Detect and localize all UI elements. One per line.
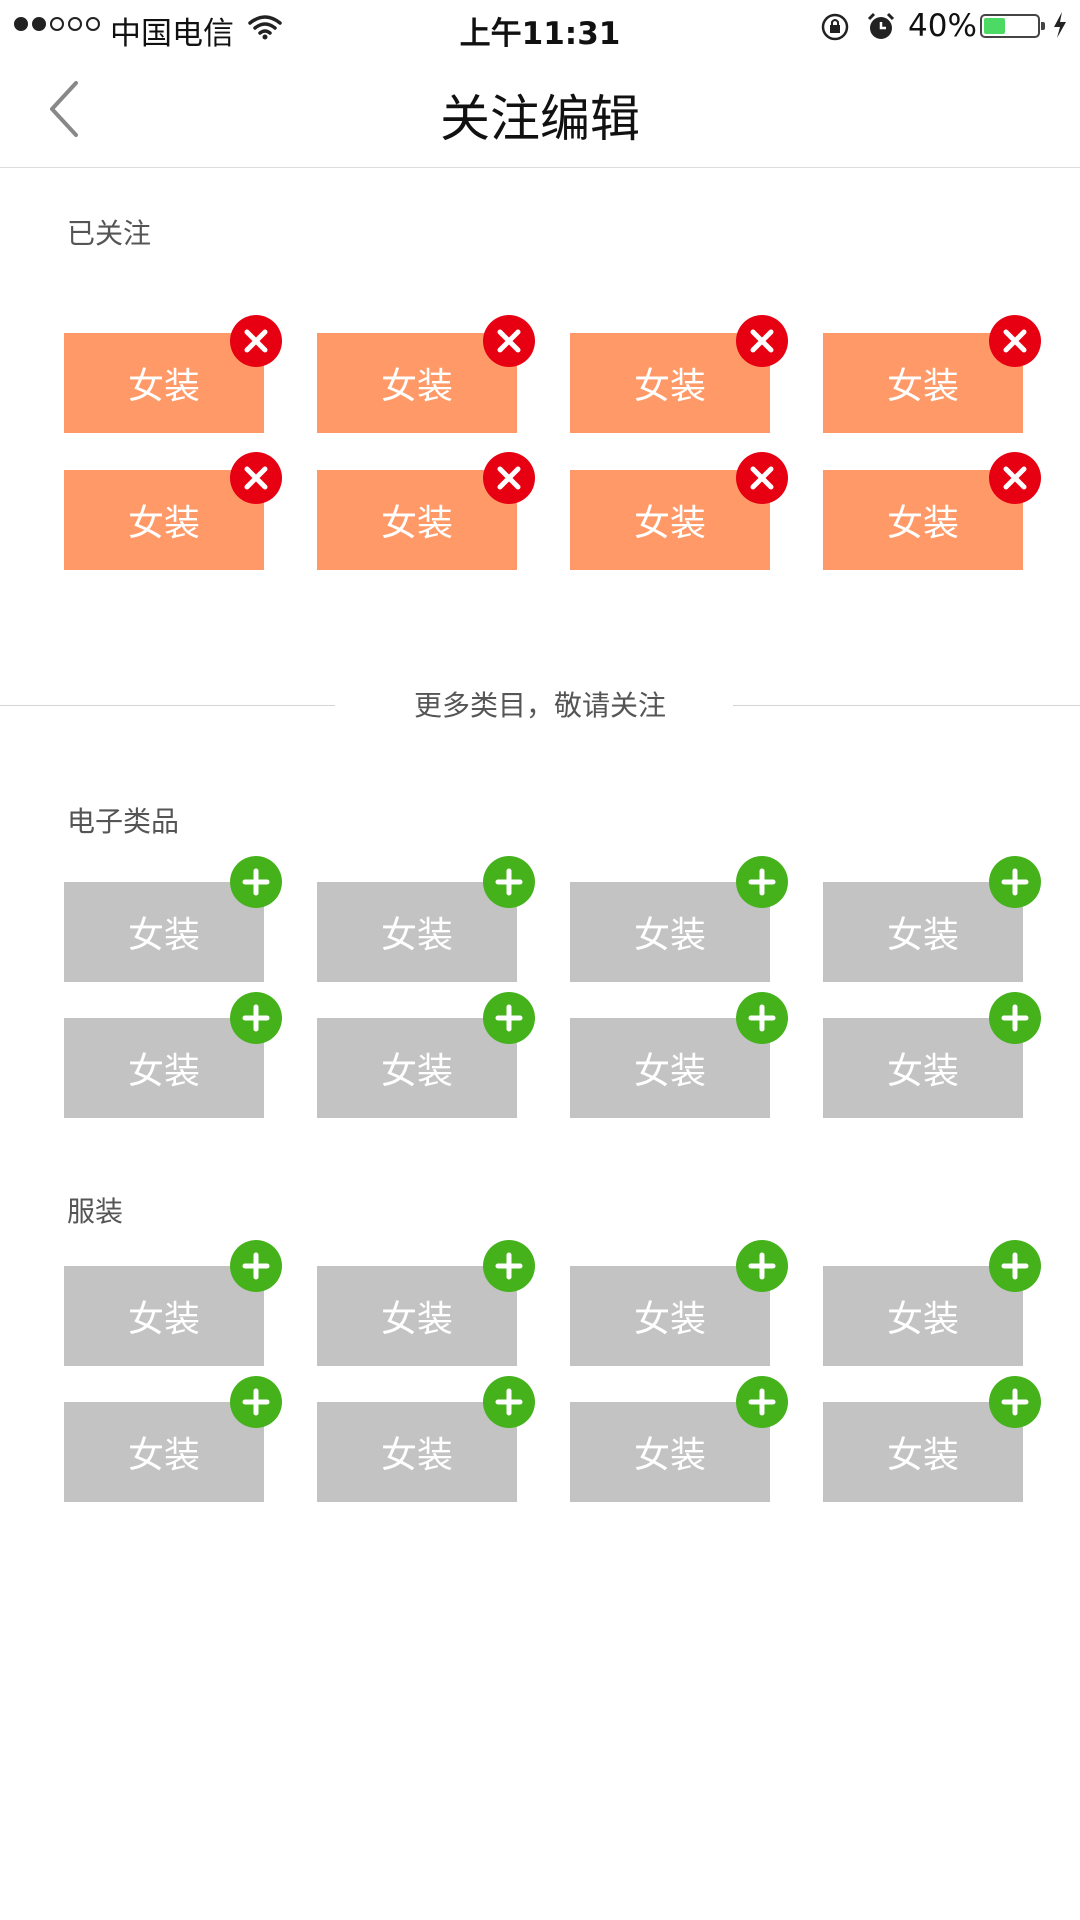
close-icon bbox=[1000, 463, 1030, 493]
remove-tag-button[interactable] bbox=[989, 315, 1041, 367]
add-tag-button[interactable] bbox=[989, 1376, 1041, 1428]
rotation-lock-icon bbox=[820, 12, 850, 50]
battery-percent: 40% bbox=[908, 8, 977, 44]
plus-icon bbox=[494, 1387, 524, 1417]
tag-label: 女装 bbox=[633, 503, 706, 544]
plus-icon bbox=[241, 1251, 271, 1281]
close-icon bbox=[494, 326, 524, 356]
remove-tag-button[interactable] bbox=[230, 315, 282, 367]
tag-label: 女装 bbox=[380, 503, 453, 544]
plus-icon bbox=[1000, 1251, 1030, 1281]
plus-icon bbox=[747, 1251, 777, 1281]
tag-label: 女装 bbox=[380, 915, 453, 956]
tag-label: 女装 bbox=[633, 1435, 706, 1476]
close-icon bbox=[241, 463, 271, 493]
tag-label: 女装 bbox=[886, 503, 959, 544]
plus-icon bbox=[241, 1387, 271, 1417]
alarm-icon bbox=[866, 12, 896, 50]
tag-label: 女装 bbox=[127, 915, 200, 956]
add-tag-button[interactable] bbox=[736, 1240, 788, 1292]
close-icon bbox=[747, 326, 777, 356]
battery-icon bbox=[980, 14, 1045, 38]
add-tag-button[interactable] bbox=[230, 1376, 282, 1428]
tag-label: 女装 bbox=[380, 366, 453, 407]
plus-icon bbox=[241, 1003, 271, 1033]
add-tag-button[interactable] bbox=[483, 856, 535, 908]
tag-label: 女装 bbox=[886, 366, 959, 407]
close-icon bbox=[747, 463, 777, 493]
plus-icon bbox=[494, 867, 524, 897]
plus-icon bbox=[1000, 1003, 1030, 1033]
add-tag-button[interactable] bbox=[483, 992, 535, 1044]
add-tag-button[interactable] bbox=[736, 992, 788, 1044]
divider-line-right bbox=[733, 705, 1080, 706]
remove-tag-button[interactable] bbox=[989, 452, 1041, 504]
add-tag-button[interactable] bbox=[230, 992, 282, 1044]
tag-label: 女装 bbox=[886, 1435, 959, 1476]
tag-label: 女装 bbox=[633, 366, 706, 407]
add-tag-button[interactable] bbox=[736, 856, 788, 908]
close-icon bbox=[1000, 326, 1030, 356]
close-icon bbox=[494, 463, 524, 493]
category-label-electronics: 电子类品 bbox=[67, 805, 180, 838]
plus-icon bbox=[747, 867, 777, 897]
tag-label: 女装 bbox=[380, 1435, 453, 1476]
tag-label: 女装 bbox=[380, 1051, 453, 1092]
battery-fill bbox=[984, 18, 1005, 34]
tag-label: 女装 bbox=[886, 1051, 959, 1092]
charging-icon bbox=[1052, 10, 1068, 48]
more-categories-divider-text: 更多类目，敬请关注 bbox=[413, 689, 666, 722]
plus-icon bbox=[747, 1387, 777, 1417]
tag-label: 女装 bbox=[127, 1051, 200, 1092]
add-tag-button[interactable] bbox=[483, 1240, 535, 1292]
remove-tag-button[interactable] bbox=[483, 452, 535, 504]
page-title: 关注编辑 bbox=[440, 90, 640, 148]
remove-tag-button[interactable] bbox=[736, 452, 788, 504]
add-tag-button[interactable] bbox=[230, 856, 282, 908]
category-label-clothing: 服装 bbox=[67, 1195, 124, 1228]
tag-label: 女装 bbox=[127, 503, 200, 544]
add-tag-button[interactable] bbox=[989, 1240, 1041, 1292]
tag-label: 女装 bbox=[886, 1299, 959, 1340]
add-tag-button[interactable] bbox=[230, 1240, 282, 1292]
plus-icon bbox=[747, 1003, 777, 1033]
status-bar: 中国电信 上午11:31 40% bbox=[0, 0, 1080, 55]
tag-label: 女装 bbox=[633, 915, 706, 956]
remove-tag-button[interactable] bbox=[230, 452, 282, 504]
add-tag-button[interactable] bbox=[736, 1376, 788, 1428]
add-tag-button[interactable] bbox=[989, 992, 1041, 1044]
nav-bar: 关注编辑 bbox=[0, 55, 1080, 168]
tag-label: 女装 bbox=[127, 366, 200, 407]
plus-icon bbox=[1000, 1387, 1030, 1417]
plus-icon bbox=[494, 1251, 524, 1281]
add-tag-button[interactable] bbox=[989, 856, 1041, 908]
tag-label: 女装 bbox=[633, 1051, 706, 1092]
battery-nub bbox=[1041, 22, 1045, 30]
close-icon bbox=[241, 326, 271, 356]
tag-label: 女装 bbox=[127, 1299, 200, 1340]
remove-tag-button[interactable] bbox=[736, 315, 788, 367]
followed-section-label: 已关注 bbox=[67, 217, 152, 250]
tag-label: 女装 bbox=[127, 1435, 200, 1476]
plus-icon bbox=[1000, 867, 1030, 897]
tag-label: 女装 bbox=[633, 1299, 706, 1340]
add-tag-button[interactable] bbox=[483, 1376, 535, 1428]
tag-label: 女装 bbox=[380, 1299, 453, 1340]
plus-icon bbox=[494, 1003, 524, 1033]
remove-tag-button[interactable] bbox=[483, 315, 535, 367]
plus-icon bbox=[241, 867, 271, 897]
tag-label: 女装 bbox=[886, 915, 959, 956]
